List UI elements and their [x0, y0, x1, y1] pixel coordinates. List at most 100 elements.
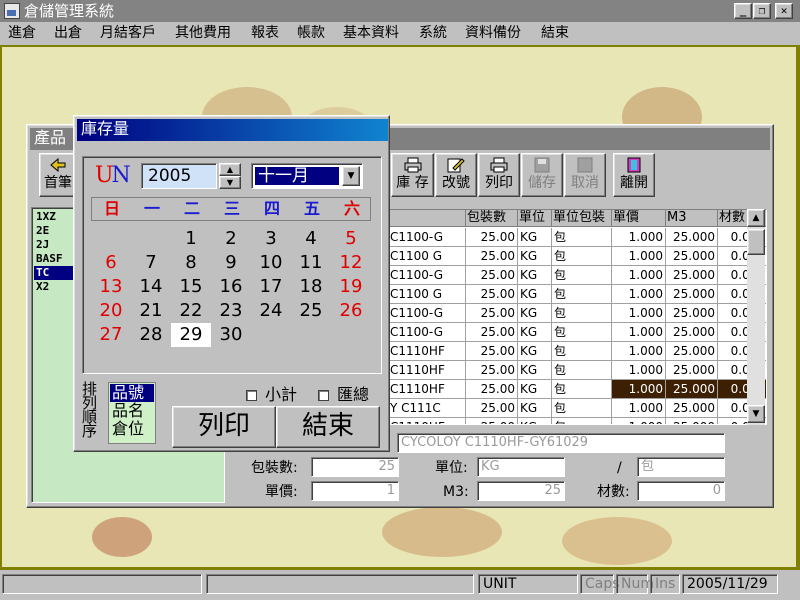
calendar-day[interactable]: 9	[211, 251, 251, 275]
grid-cell[interactable]: 1.000	[612, 342, 666, 361]
grid-cell[interactable]: C1110HF	[388, 418, 466, 424]
grid-cell[interactable]: 25.000	[666, 304, 718, 323]
grid-scrollbar[interactable]: ▲ ▼	[747, 209, 765, 425]
calendar-day[interactable]: 30	[211, 323, 251, 347]
year-input[interactable]: 2005	[141, 163, 217, 189]
calendar-day[interactable]: 24	[251, 299, 291, 323]
grid-cell[interactable]: KG	[518, 285, 552, 304]
grid-cell[interactable]: C1110HF	[388, 342, 466, 361]
calendar-day[interactable]: 12	[331, 251, 371, 275]
calendar-day[interactable]: 28	[131, 323, 171, 347]
grid-cell[interactable]: 1.000	[612, 418, 666, 424]
grid-cell[interactable]: 1.000	[612, 323, 666, 342]
year-spinner[interactable]: ▲ ▼	[219, 163, 241, 189]
grid-cell[interactable]: KG	[518, 380, 552, 399]
grid-cell[interactable]: 包	[552, 342, 612, 361]
grid-cell[interactable]: 25.00	[466, 380, 518, 399]
calendar-day[interactable]: 27	[91, 323, 131, 347]
grid-cell[interactable]: KG	[518, 247, 552, 266]
grid-cell[interactable]: 25.00	[466, 285, 518, 304]
toolbar-print-button[interactable]: 列印	[478, 153, 520, 197]
grid-cell[interactable]: 包	[552, 380, 612, 399]
calendar-day[interactable]: 15	[171, 275, 211, 299]
month-select[interactable]: 十一月 ▼	[251, 163, 363, 189]
grid-cell[interactable]: KG	[518, 323, 552, 342]
calendar-day[interactable]: 14	[131, 275, 171, 299]
grid-cell[interactable]: 25.000	[666, 247, 718, 266]
grid-column-header[interactable]: 包裝數	[466, 210, 518, 227]
grid-cell[interactable]: 包	[552, 228, 612, 247]
grid-cell[interactable]: 25.00	[466, 304, 518, 323]
app-icon[interactable]	[4, 3, 20, 19]
grid-cell[interactable]: 25.000	[666, 361, 718, 380]
menu-item-other-fees[interactable]: 其他費用	[175, 25, 231, 41]
subtotal-checkbox[interactable]: 小計	[246, 386, 297, 404]
calendar-day[interactable]: 21	[131, 299, 171, 323]
grid-cell[interactable]: C1110HF	[388, 380, 466, 399]
print-button[interactable]: 列印	[172, 406, 276, 448]
grid-cell[interactable]: KG	[518, 361, 552, 380]
grid-cell[interactable]: 1.000	[612, 380, 666, 399]
grid-cell[interactable]: C1100 G	[388, 247, 466, 266]
menu-item-basic-data[interactable]: 基本資料	[343, 25, 399, 41]
calendar-day[interactable]: 18	[291, 275, 331, 299]
toolbar-cancel-button[interactable]: 取消	[564, 153, 606, 197]
unit-price-field[interactable]: 1	[311, 481, 399, 501]
close-button[interactable]: ✕	[775, 3, 793, 19]
sort-option[interactable]: 品名	[110, 402, 154, 420]
grid-cell[interactable]: C1100-G	[388, 304, 466, 323]
calendar-day[interactable]: 7	[131, 251, 171, 275]
grid-column-header[interactable]: 單位	[518, 210, 552, 227]
menu-item-monthly-customers[interactable]: 月結客戶	[100, 25, 156, 41]
sort-option[interactable]: 倉位	[110, 420, 154, 438]
grid-cell[interactable]: 25.00	[466, 266, 518, 285]
calendar-day[interactable]: 26	[331, 299, 371, 323]
toolbar-renumber-button[interactable]: 改號	[435, 153, 477, 197]
calendar-day[interactable]: 20	[91, 299, 131, 323]
grid-cell[interactable]: 25.000	[666, 266, 718, 285]
calendar-day[interactable]: 2	[211, 227, 251, 251]
calendar-day[interactable]: 1	[171, 227, 211, 251]
grid-cell[interactable]: C1100-G	[388, 323, 466, 342]
month-dropdown-button[interactable]: ▼	[342, 166, 360, 186]
grid-cell[interactable]: 包	[552, 266, 612, 285]
grid-column-header[interactable]: M3	[666, 210, 718, 227]
product-name-field[interactable]: CYCOLOY C1110HF-GY61029	[397, 433, 725, 453]
grid-cell[interactable]: 25.00	[466, 247, 518, 266]
grid-cell[interactable]: 25.000	[666, 380, 718, 399]
unit-field[interactable]: KG	[477, 457, 565, 477]
minimize-button[interactable]: _	[734, 3, 752, 19]
grid-cell[interactable]: C1100-G	[388, 266, 466, 285]
menu-item-exit[interactable]: 結束	[541, 25, 569, 41]
toolbar-first-button[interactable]: 首筆	[39, 153, 77, 197]
pack-unit-field[interactable]: 包	[637, 457, 725, 477]
grid-cell[interactable]: C1100 G	[388, 285, 466, 304]
product-grid[interactable]: 包裝數 單位 單位包裝 單價 M3 材數 C1100-G 25.00 KG 包 1.000 25.00…	[387, 209, 767, 425]
grid-cell[interactable]: 包	[552, 304, 612, 323]
grid-cell[interactable]: KG	[518, 304, 552, 323]
grid-cell[interactable]: 25.000	[666, 342, 718, 361]
grid-cell[interactable]: C1100-G	[388, 228, 466, 247]
grid-column-header[interactable]	[388, 210, 466, 227]
cai-field[interactable]: 0	[637, 481, 725, 501]
grid-cell[interactable]: KG	[518, 228, 552, 247]
grid-cell[interactable]: 1.000	[612, 228, 666, 247]
grid-cell[interactable]: 25.00	[466, 399, 518, 418]
end-button[interactable]: 結束	[276, 406, 380, 448]
sort-option[interactable]: 品號	[110, 384, 154, 402]
grid-cell[interactable]: 包	[552, 285, 612, 304]
menu-item-stock-in[interactable]: 進倉	[8, 25, 36, 41]
menu-item-reports[interactable]: 報表	[251, 25, 279, 41]
calendar-day[interactable]: 3	[251, 227, 291, 251]
grid-column-header[interactable]: 單價	[612, 210, 666, 227]
calendar-day[interactable]: 22	[171, 299, 211, 323]
grid-column-header[interactable]: 單位包裝	[552, 210, 612, 227]
m3-field[interactable]: 25	[477, 481, 565, 501]
menu-item-stock-out[interactable]: 出倉	[54, 25, 82, 41]
grid-cell[interactable]: KG	[518, 342, 552, 361]
grid-cell[interactable]: 25.00	[466, 228, 518, 247]
pack-count-field[interactable]: 25	[311, 457, 399, 477]
calendar-day-today[interactable]: 29	[171, 323, 211, 347]
grid-cell[interactable]: Y C111C	[388, 399, 466, 418]
grid-cell[interactable]: 25.000	[666, 323, 718, 342]
